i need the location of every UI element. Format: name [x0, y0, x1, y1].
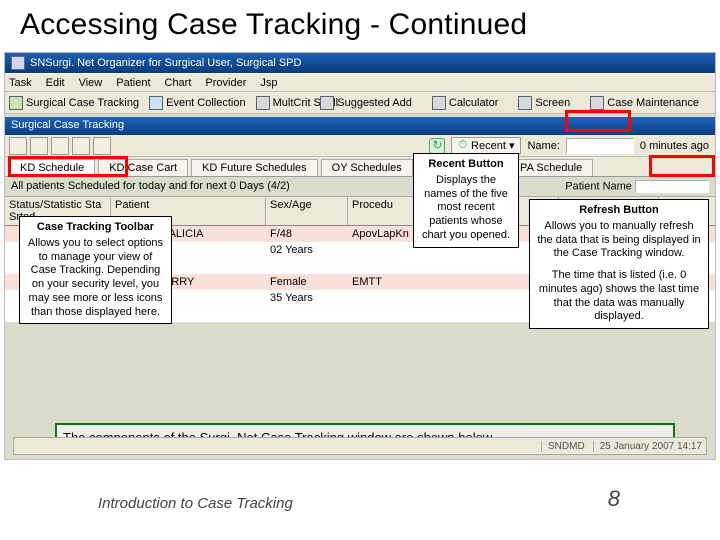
- screen-icon: [518, 96, 532, 110]
- filter-note: All patients Scheduled for today and for…: [5, 177, 715, 197]
- status-bar: SNDMD 25 January 2007 14:17: [13, 437, 707, 455]
- app-screenshot: SNSurgi. Net Organizer for Surgical User…: [4, 52, 716, 460]
- app-icon: [11, 56, 25, 70]
- tool-calculator[interactable]: Calculator: [432, 96, 499, 110]
- slide-title: Accessing Case Tracking - Continued: [0, 0, 720, 46]
- callout-recent: Recent Button Displays the names of the …: [413, 153, 519, 248]
- track-icon-5[interactable]: [93, 137, 111, 155]
- tab-kd-future[interactable]: KD Future Schedules: [191, 159, 318, 176]
- case-maintenance-icon: [590, 96, 604, 110]
- panel-titlebar: Surgical Case Tracking: [5, 117, 715, 135]
- refresh-button[interactable]: [429, 138, 445, 154]
- track-icon-3[interactable]: [51, 137, 69, 155]
- footer-left: Introduction to Case Tracking: [98, 495, 293, 512]
- menu-jsp[interactable]: Jsp: [260, 77, 277, 89]
- tab-pa-schedule[interactable]: PA Schedule: [509, 159, 593, 176]
- callout-toolbar: Case Tracking Toolbar Allows you to sele…: [19, 216, 172, 324]
- recent-button[interactable]: ⏱Recent ▾: [451, 137, 521, 154]
- case-tracking-icon: [9, 96, 23, 110]
- window-titlebar: SNSurgi. Net Organizer for Surgical User…: [5, 53, 715, 73]
- menu-edit[interactable]: Edit: [46, 77, 65, 89]
- page-number: 8: [608, 486, 620, 512]
- menu-view[interactable]: View: [79, 77, 103, 89]
- patient-name-input[interactable]: [635, 180, 709, 193]
- tool-case-maintenance[interactable]: Case Maintenance: [590, 96, 699, 110]
- tab-kd-schedule[interactable]: KD Schedule: [9, 159, 95, 176]
- menu-chart[interactable]: Chart: [165, 77, 192, 89]
- name-label: Name:: [527, 140, 559, 152]
- window-title: SNSurgi. Net Organizer for Surgical User…: [30, 57, 301, 69]
- calculator-icon: [432, 96, 446, 110]
- search-label: Patient Name: [565, 180, 709, 193]
- tab-kd-case-cart[interactable]: KD Case Cart: [98, 159, 188, 176]
- tab-oy-schedules[interactable]: OY Schedules: [321, 159, 413, 176]
- multicrit-icon: [256, 96, 270, 110]
- case-tracking-toolbar: ⏱Recent ▾ Name: 0 minutes ago: [5, 135, 715, 157]
- tab-strip: KD Schedule KD Case Cart KD Future Sched…: [5, 157, 715, 177]
- tool-screen[interactable]: Screen: [518, 96, 570, 110]
- menu-bar: Task Edit View Patient Chart Provider Js…: [5, 73, 715, 92]
- track-icon-1[interactable]: [9, 137, 27, 155]
- minutes-ago: 0 minutes ago: [640, 140, 709, 152]
- tool-event-collect[interactable]: Event Collection: [149, 96, 246, 110]
- event-collection-icon: [149, 96, 163, 110]
- tool-case-tracking[interactable]: Surgical Case Tracking: [9, 96, 139, 110]
- menu-task[interactable]: Task: [9, 77, 32, 89]
- track-icon-4[interactable]: [72, 137, 90, 155]
- callout-refresh: Refresh Button Allows you to manually re…: [529, 199, 709, 329]
- col-sexage: Sex/Age: [266, 197, 348, 225]
- track-icon-2[interactable]: [30, 137, 48, 155]
- suggested-add-icon: [320, 96, 334, 110]
- top-toolbar: Surgical Case Tracking Event Collection …: [5, 92, 715, 114]
- menu-patient[interactable]: Patient: [116, 77, 150, 89]
- name-input[interactable]: [566, 138, 634, 154]
- tool-suggested-add[interactable]: Suggested Add: [320, 96, 412, 110]
- menu-provider[interactable]: Provider: [205, 77, 246, 89]
